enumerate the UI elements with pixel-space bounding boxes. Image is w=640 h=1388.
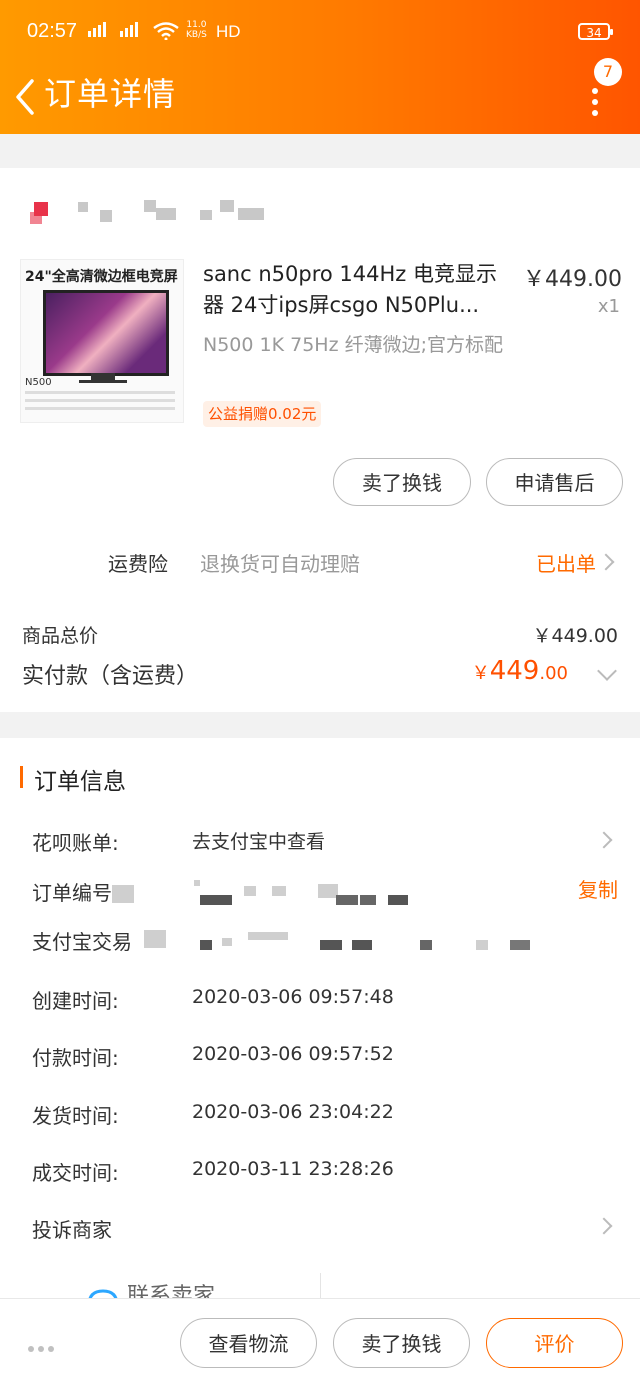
after-sales-button[interactable]: 申请售后 xyxy=(486,458,623,506)
product-card: 24"全高清微边框电竞屏 N500 sanc n50pro 144Hz 电竞显示… xyxy=(0,168,640,712)
more-actions-icon[interactable] xyxy=(28,1337,58,1356)
shipping-insurance-label: 运费险 xyxy=(108,552,168,576)
paid-amount-label: 实付款（含运费） xyxy=(22,664,199,689)
chevron-right-icon[interactable] xyxy=(595,1217,613,1235)
status-bar: 02:57 11.0 KB/S HD 34 xyxy=(0,0,640,64)
chevron-down-icon[interactable] xyxy=(597,661,617,681)
network-speed: 11.0 KB/S xyxy=(186,20,207,40)
huabei-label: 花呗账单: xyxy=(32,831,119,855)
back-arrow-icon[interactable] xyxy=(12,77,38,117)
bottom-action-bar: 查看物流 卖了换钱 评价 xyxy=(0,1298,640,1388)
product-thumbnail[interactable]: 24"全高清微边框电竞屏 N500 xyxy=(20,259,184,423)
sell-for-cash-button-bottom[interactable]: 卖了换钱 xyxy=(333,1318,470,1368)
wifi-icon xyxy=(153,22,179,40)
created-time-value: 2020-03-06 09:57:48 xyxy=(192,986,394,1008)
redacted-block xyxy=(112,885,134,903)
shop-name-blurred[interactable] xyxy=(30,198,270,230)
nav-bar: 订单详情 xyxy=(0,64,640,134)
alipay-trade-label: 支付宝交易 xyxy=(32,930,132,954)
hd-indicator: HD xyxy=(216,22,241,41)
sell-for-cash-button[interactable]: 卖了换钱 xyxy=(333,458,471,506)
paid-time-label: 付款时间: xyxy=(32,1046,119,1070)
goods-total-label: 商品总价 xyxy=(22,625,99,647)
order-number-label: 订单编号 xyxy=(32,881,112,905)
copy-order-number-link[interactable]: 复制 xyxy=(578,874,618,903)
signal-icon xyxy=(88,22,106,37)
status-time: 02:57 xyxy=(27,20,78,42)
product-variant: N500 1K 75Hz 纤薄微边;官方标配 xyxy=(203,334,503,356)
more-menu-icon[interactable] xyxy=(592,88,600,121)
product-price: ￥449.00 xyxy=(523,267,622,292)
huabei-value[interactable]: 去支付宝中查看 xyxy=(192,827,325,854)
paid-amount-value: ￥449.00 xyxy=(471,656,568,686)
shipped-time-label: 发货时间: xyxy=(32,1104,119,1128)
page-title: 订单详情 xyxy=(44,75,177,113)
completed-time-value: 2020-03-11 23:28:26 xyxy=(192,1158,394,1180)
app-header: 02:57 11.0 KB/S HD 34 订单详情 7 xyxy=(0,0,640,134)
completed-time-label: 成交时间: xyxy=(32,1161,119,1185)
shipped-time-value: 2020-03-06 23:04:22 xyxy=(192,1101,394,1123)
complain-seller-label[interactable]: 投诉商家 xyxy=(32,1214,112,1243)
product-quantity: x1 xyxy=(597,296,620,317)
created-time-label: 创建时间: xyxy=(32,989,119,1013)
shipping-insurance-status[interactable]: 已出单 xyxy=(536,548,596,577)
section-accent-bar xyxy=(20,766,23,788)
charity-tag: 公益捐赠0.02元 xyxy=(203,401,322,427)
chevron-right-icon[interactable] xyxy=(595,831,613,849)
message-badge: 7 xyxy=(594,58,622,86)
signal-icon-2 xyxy=(120,22,138,37)
shipping-insurance-desc: 退换货可自动理赔 xyxy=(200,552,360,576)
view-logistics-button[interactable]: 查看物流 xyxy=(180,1318,317,1368)
divider xyxy=(320,1273,321,1298)
paid-time-value: 2020-03-06 09:57:52 xyxy=(192,1043,394,1065)
chevron-right-icon[interactable] xyxy=(597,553,615,571)
order-info-card: 订单信息 花呗账单: 去支付宝中查看 订单编号 复制 支付宝交易 创建时间: 2… xyxy=(0,738,640,1298)
goods-total-value: ￥449.00 xyxy=(532,625,618,647)
battery-icon: 34 xyxy=(578,23,613,40)
product-name[interactable]: sanc n50pro 144Hz 电竞显示器 24寸ips屏csgo N50P… xyxy=(203,259,513,321)
section-title: 订单信息 xyxy=(34,769,126,795)
rate-button[interactable]: 评价 xyxy=(486,1318,623,1368)
